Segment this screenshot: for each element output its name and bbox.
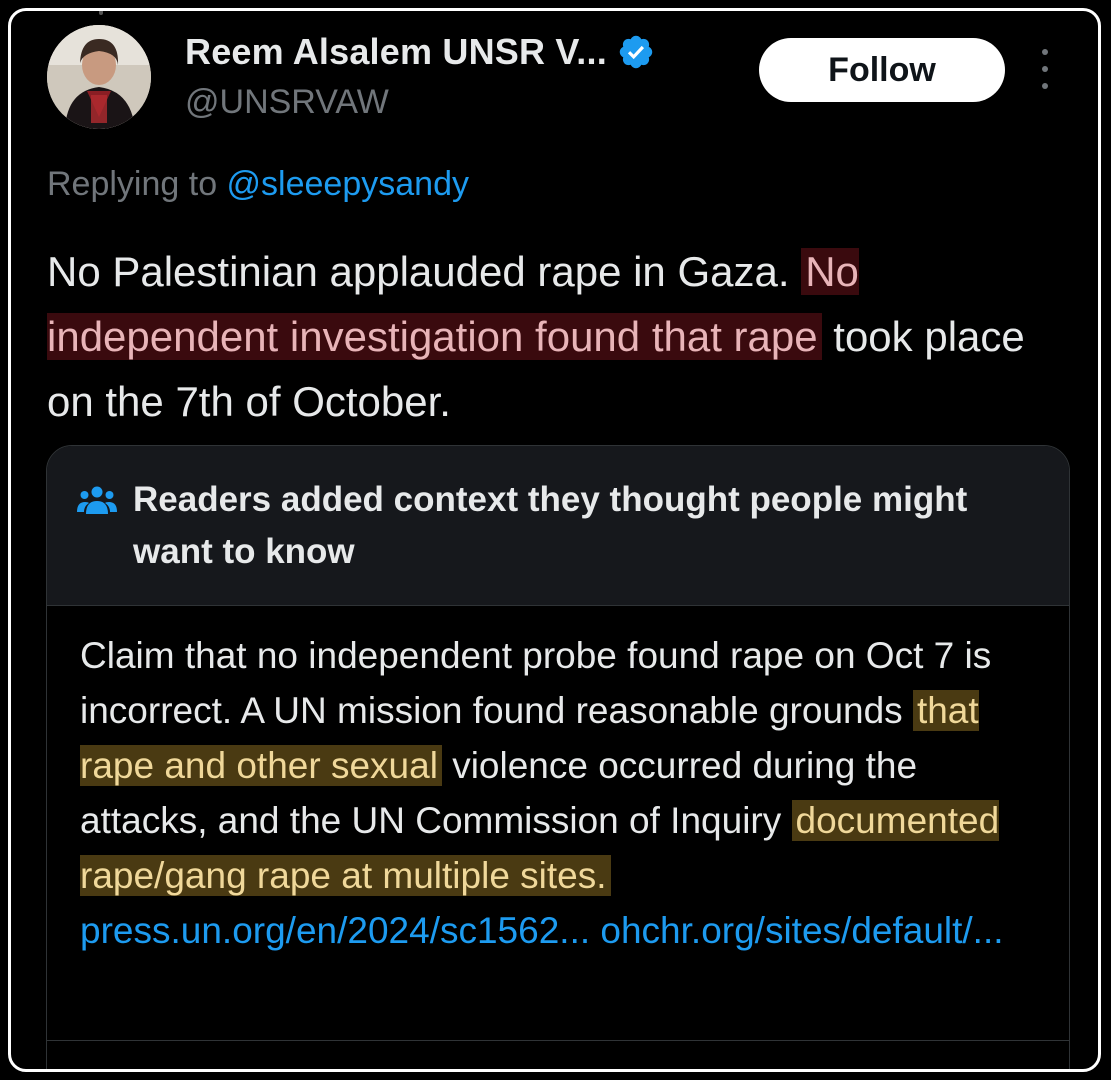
verified-badge-icon [619,35,653,69]
avatar[interactable] [47,25,151,129]
author-row: Reem Alsalem UNSR V... [185,31,655,73]
community-note-title: Readers added context they thought peopl… [133,480,968,571]
more-dot [1042,83,1048,89]
more-dot [1042,49,1048,55]
screenshot-frame: Reem Alsalem UNSR V... @UNSRVAW Follow R… [8,8,1101,1072]
author-name[interactable]: Reem Alsalem UNSR V... [185,31,607,73]
note-body-part1: Claim that no independent probe found ra… [80,635,992,731]
note-source-link-1[interactable]: press.un.org/en/2024/sc1562... [80,910,590,951]
post-text-part1: No Palestinian applauded rape in Gaza. [47,248,802,295]
scroll-indicator [99,11,103,15]
follow-button[interactable]: Follow [759,38,1005,102]
avatar-image [47,25,151,129]
post-text: No Palestinian applauded rape in Gaza. N… [47,239,1077,434]
replying-to: Replying to @sleeepysandy [47,165,469,204]
reply-mention-link[interactable]: @sleeepysandy [227,165,469,203]
author-handle[interactable]: @UNSRVAW [185,83,389,122]
note-divider [47,1040,1069,1041]
community-note: Readers added context they thought peopl… [46,445,1070,1069]
replying-prefix: Replying to [47,165,227,203]
more-dot [1042,66,1048,72]
more-vertical-icon[interactable] [1035,49,1055,89]
people-group-icon [77,486,117,514]
community-note-body: Claim that no independent probe found ra… [47,606,1069,958]
community-note-header: Readers added context they thought peopl… [47,446,1069,606]
note-source-link-2[interactable]: ohchr.org/sites/default/... [600,910,1003,951]
